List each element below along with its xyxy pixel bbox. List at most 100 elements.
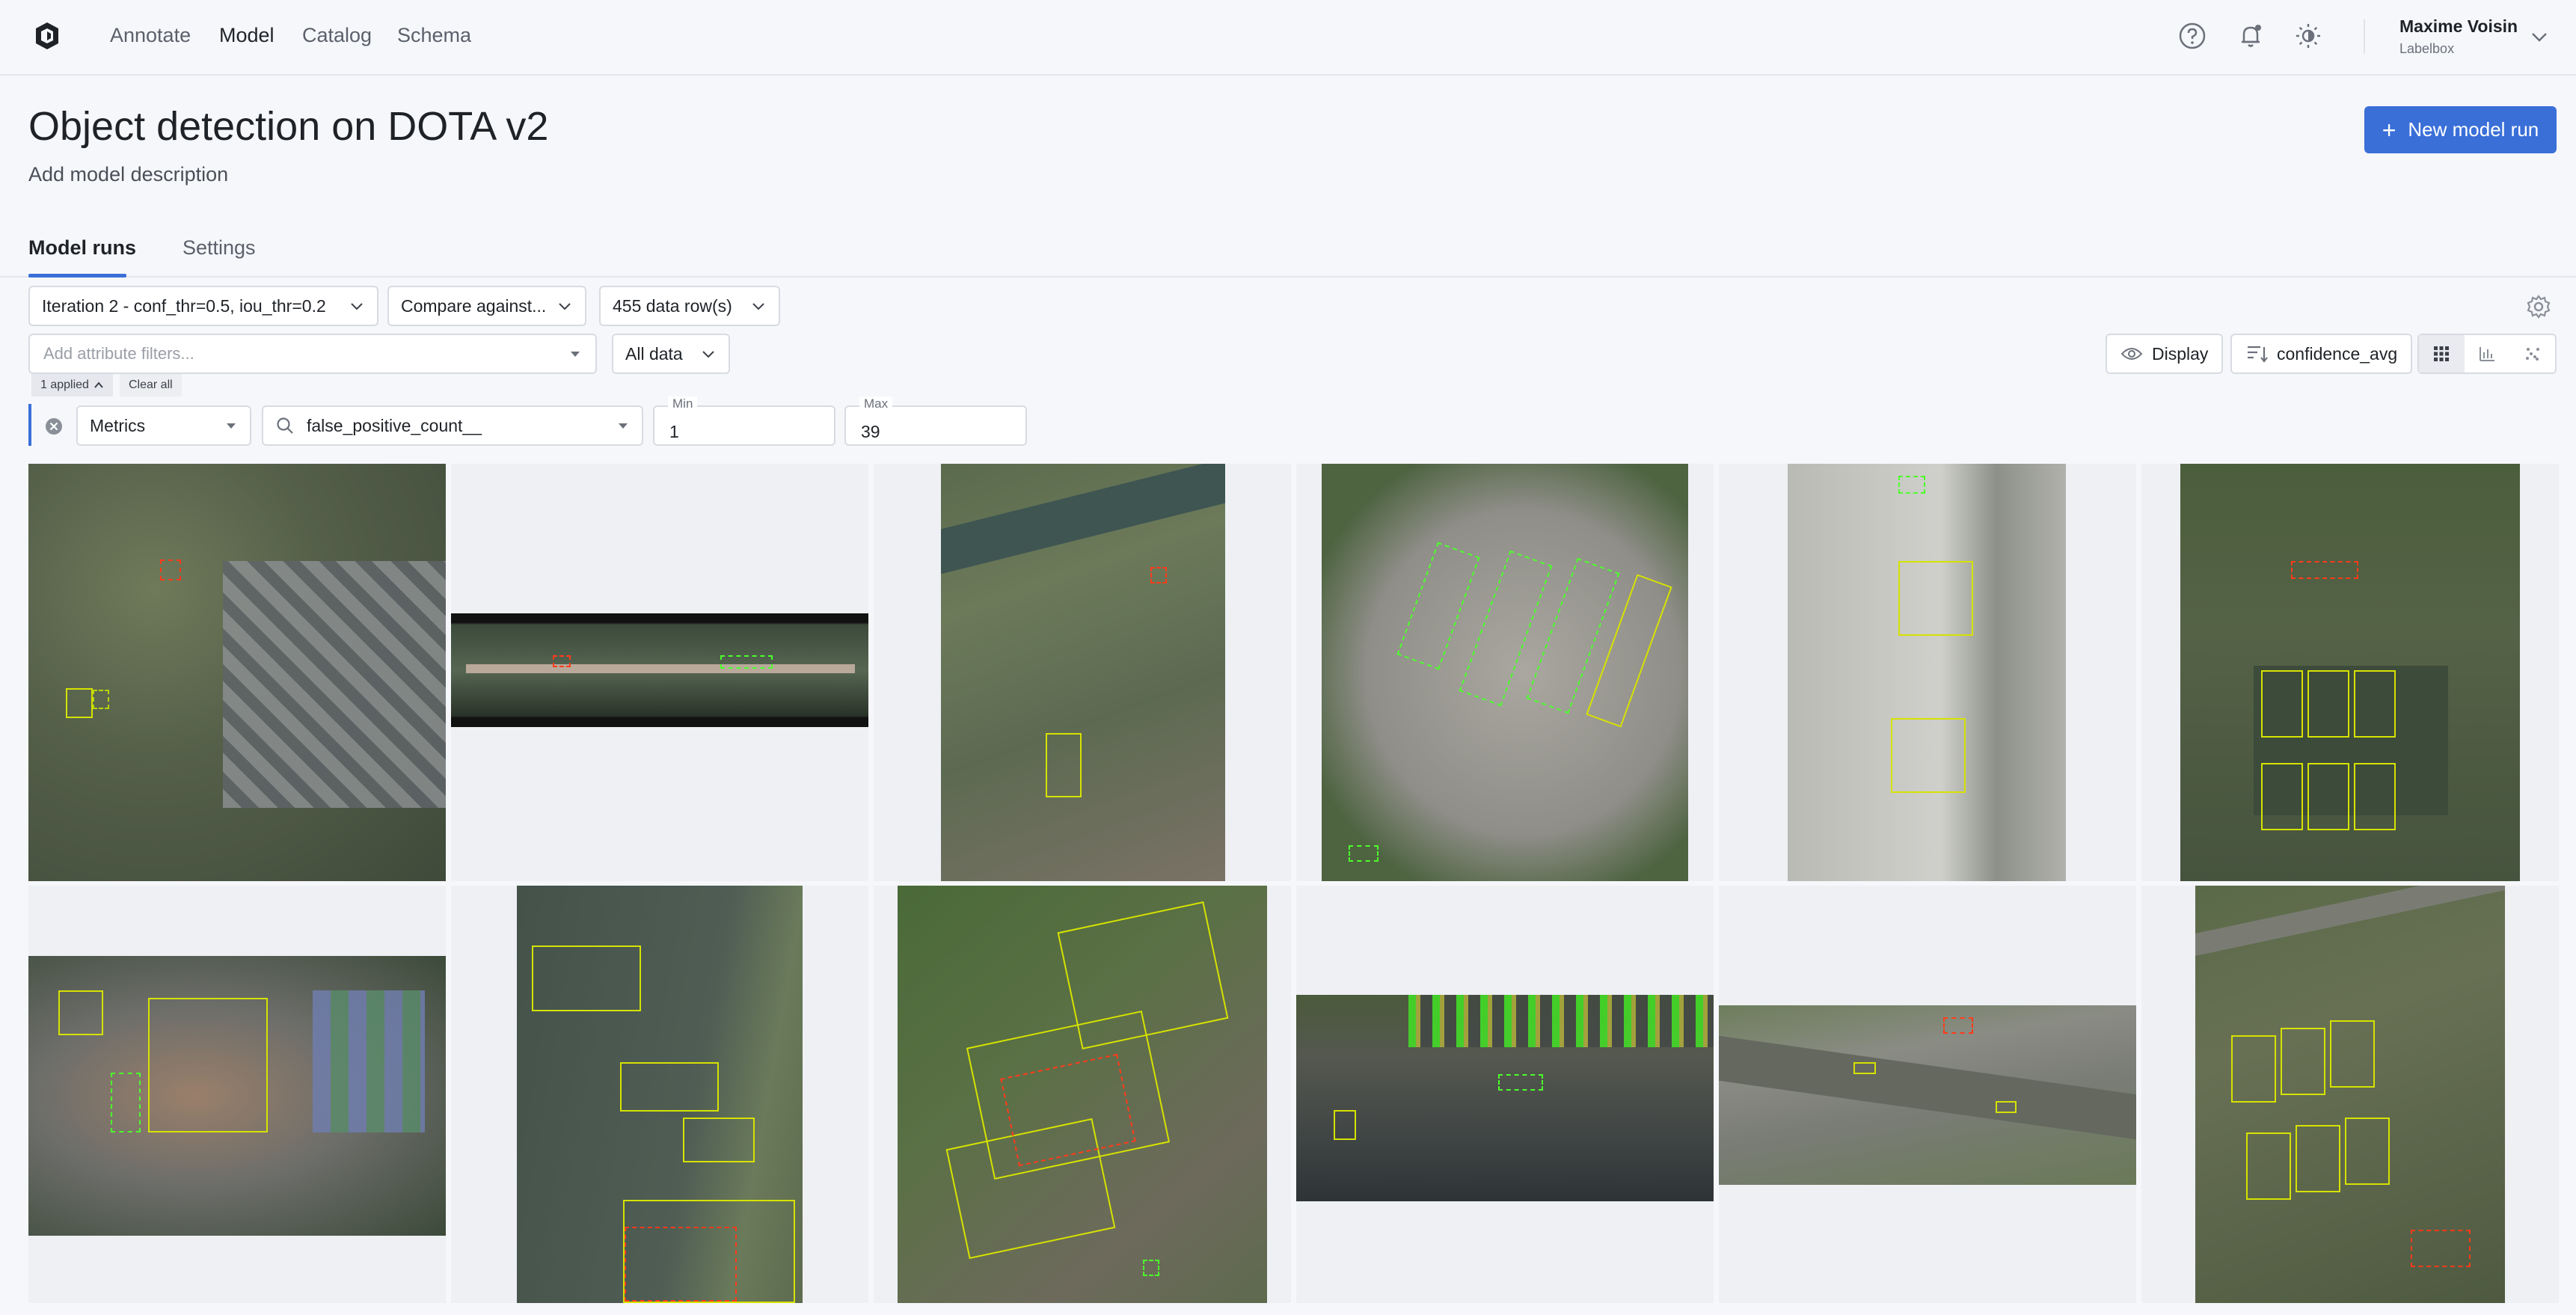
plus-icon: + [2382,116,2396,144]
tab-settings[interactable]: Settings [183,236,256,260]
data-row-thumbnail[interactable] [28,886,446,1303]
caret-down-icon [571,352,580,357]
courts [313,990,425,1132]
attribute-filter-placeholder: Add attribute filters... [43,344,194,363]
ground-truth-box [2281,1028,2325,1095]
data-row-thumbnail[interactable] [28,464,446,881]
ground-truth-box [1334,1110,1356,1140]
help-icon[interactable] [2177,21,2207,51]
min-value: 1 [669,422,679,441]
min-value-input[interactable]: Min 1 [653,396,835,446]
sort-icon [2248,346,2268,363]
data-row-thumbnail[interactable] [1719,886,2136,1303]
ground-truth-box [532,945,641,1011]
max-value-input[interactable]: Max 39 [844,396,1027,446]
eye-icon [2120,348,2143,360]
false-positive-box [2291,561,2358,579]
data-scope-select[interactable]: All data [612,334,730,374]
data-row-thumbnail[interactable] [1719,464,2136,881]
prediction-box [720,655,773,669]
ground-truth-box [2354,763,2396,830]
chevron-down-icon [702,351,714,358]
ground-truth-box [2231,1035,2276,1103]
nav-link-model[interactable]: Model [219,24,275,47]
display-button[interactable]: Display [2106,334,2224,374]
applied-filters-chip[interactable]: 1 applied [31,374,113,396]
prediction-box [1349,845,1379,862]
chevron-down-icon[interactable] [2530,27,2549,46]
ground-truth-box [1891,718,1966,793]
tab-model-runs[interactable]: Model runs [28,236,136,260]
ground-truth-box [2261,763,2303,830]
min-label: Min [668,396,698,411]
data-row-thumbnail[interactable] [1296,464,1714,881]
attribute-filter-input[interactable]: Add attribute filters... [28,334,597,374]
ground-truth-box [620,1062,719,1112]
grid-view-button[interactable] [2419,335,2465,373]
data-scope-value: All data [625,343,683,364]
projector-view-button[interactable] [2509,335,2555,373]
model-description[interactable]: Add model description [28,163,228,186]
nav-link-catalog[interactable]: Catalog [302,24,372,47]
ground-truth-box [1853,1062,1876,1074]
gear-icon[interactable] [2525,293,2552,320]
metric-search-select[interactable]: false_positive_count__ [262,405,643,446]
chart-view-button[interactable] [2465,335,2510,373]
prediction-box [93,690,109,709]
sort-button[interactable]: confidence_avg [2230,334,2413,374]
false-positive-box [553,655,571,667]
data-rows-value: 455 data row(s) [613,295,732,316]
metric-search-value: false_positive_count__ [307,415,482,435]
data-row-thumbnail[interactable] [451,464,868,881]
view-mode-toggle [2417,334,2557,374]
prediction-box [1898,476,1925,494]
ground-truth-box [2261,670,2303,738]
ground-truth-box [2296,1125,2340,1192]
data-row-thumbnail[interactable] [874,464,1291,881]
ground-truth-box [2354,670,2396,738]
ground-truth-box [2307,763,2349,830]
compare-select-value: Compare against... [401,295,547,316]
data-row-thumbnail[interactable] [874,886,1291,1303]
ground-truth-box [683,1118,755,1162]
filter-category-value: Metrics [90,415,146,435]
ground-truth-box [2345,1118,2390,1185]
data-row-thumbnail[interactable] [2141,886,2559,1303]
false-positive-box [1943,1017,1973,1034]
chevron-down-icon [752,303,764,310]
prediction-box [1143,1260,1159,1276]
data-row-thumbnail[interactable] [2141,464,2559,881]
nav-link-annotate[interactable]: Annotate [110,24,191,47]
theme-toggle-icon[interactable] [2293,21,2323,51]
aerial-image [1788,464,2066,881]
labelbox-logo-icon[interactable] [34,21,60,51]
user-name[interactable]: Maxime Voisin [2399,16,2518,37]
active-filter-indicator [28,404,31,446]
ground-truth-box [148,998,268,1132]
ground-truth-box [58,990,103,1035]
data-row-thumbnail[interactable] [451,886,868,1303]
prediction-box [1498,1074,1543,1091]
ground-truth-box [2246,1132,2291,1200]
clear-all-button[interactable]: Clear all [120,374,182,396]
iteration-select-value: Iteration 2 - conf_thr=0.5, iou_thr=0.2 [42,295,326,316]
false-positive-box [2411,1230,2471,1267]
data-row-thumbnail[interactable] [1296,886,1714,1303]
false-positive-box [160,560,181,580]
remove-filter-icon[interactable] [43,416,64,437]
active-tab-indicator [28,274,126,278]
sort-metric-label: confidence_avg [2277,343,2398,364]
nav-divider [2364,19,2365,54]
page-title: Object detection on DOTA v2 [28,104,549,149]
iteration-select[interactable]: Iteration 2 - conf_thr=0.5, iou_thr=0.2 [28,286,378,326]
applied-filters-label: 1 applied [40,378,89,391]
bridge [466,664,855,673]
grid-icon [2434,346,2450,361]
data-rows-select[interactable]: 455 data row(s) [599,286,780,326]
notification-bell-icon[interactable] [2236,21,2266,51]
new-model-run-button[interactable]: + New model run [2364,106,2557,153]
nav-link-schema[interactable]: Schema [397,24,471,47]
parked-vehicles [1408,995,1714,1047]
filter-category-select[interactable]: Metrics [76,405,251,446]
compare-select[interactable]: Compare against... [387,286,586,326]
